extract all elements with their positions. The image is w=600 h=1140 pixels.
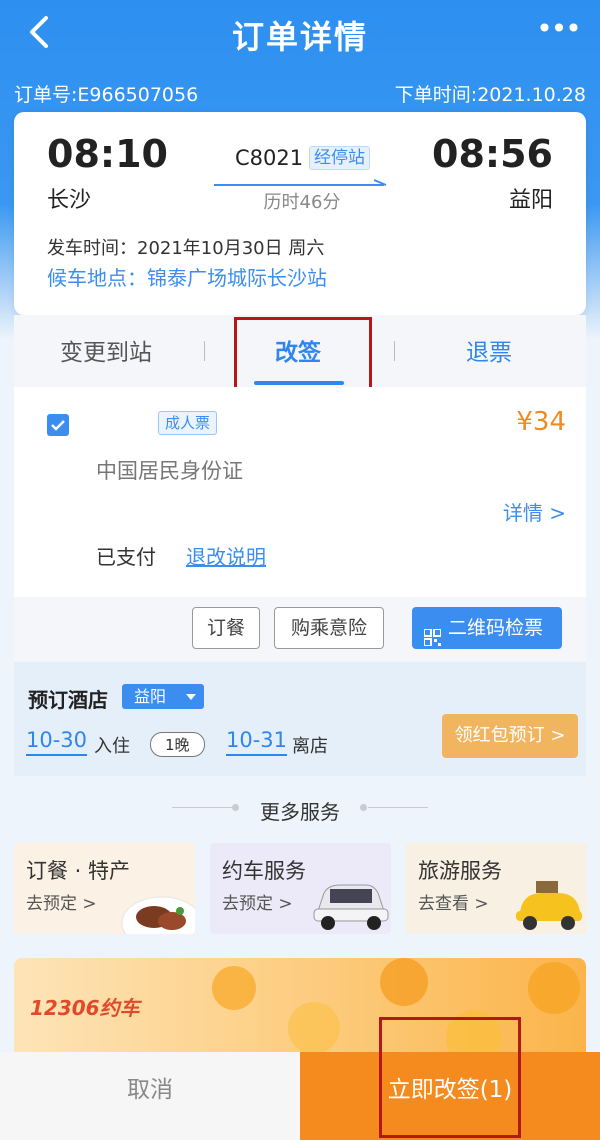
city-selector[interactable]: 益阳 — [122, 684, 204, 709]
detail-link[interactable]: 详情 > — [503, 497, 566, 526]
qr-code-icon — [423, 619, 442, 647]
hotel-book-button[interactable]: 领红包预订 > — [442, 714, 578, 758]
hotel-booking-section: 预订酒店 益阳 10-30 入住 1晚 10-31 离店 领红包预订 > — [14, 662, 586, 776]
hotel-title: 预订酒店 — [28, 688, 108, 712]
trip-duration: 历时46分 — [263, 192, 341, 213]
order-meal-button[interactable]: 订餐 — [192, 607, 260, 649]
checkout-date[interactable]: 10-31 — [226, 728, 288, 756]
nights-badge: 1晚 — [150, 732, 205, 757]
checkout-label: 离店 — [292, 736, 328, 757]
waiting-place-link[interactable]: 候车地点：锦泰广场城际长沙站 — [47, 262, 327, 291]
service-title: 订餐 · 特产 — [26, 859, 131, 883]
service-title: 旅游服务 — [418, 859, 502, 883]
caret-down-icon — [186, 694, 196, 700]
id-type: 中国居民身份证 — [96, 459, 243, 483]
ticket-actions-bar: 订餐 购乘意险 二维码检票 — [14, 597, 586, 662]
travel-car-icon — [514, 877, 584, 934]
cancel-button[interactable]: 取消 — [0, 1052, 300, 1140]
departure-time: 08:10 — [47, 132, 168, 176]
order-number: 订单号:E966507056 — [14, 84, 199, 106]
service-subtitle: 去查看 > — [418, 894, 489, 914]
stops-link[interactable]: 经停站 — [309, 146, 370, 170]
checkin-date[interactable]: 10-30 — [26, 728, 88, 756]
passenger-checkbox[interactable] — [47, 414, 69, 436]
car-icon — [310, 871, 390, 934]
ticket-price: ¥34 — [516, 407, 566, 437]
train-number: C8021 — [235, 146, 304, 170]
route-arrow-icon — [214, 174, 390, 186]
tab-refund[interactable]: 退票 — [466, 333, 512, 367]
food-plate-icon — [118, 883, 195, 934]
service-card-meal[interactable]: 订餐 · 特产 去预定 > — [14, 843, 195, 934]
passenger-name — [84, 399, 154, 425]
arrival-station: 益阳 — [508, 188, 553, 213]
banner-title: 12306约车 — [30, 996, 140, 1020]
tab-change-station[interactable]: 变更到站 — [60, 333, 152, 367]
departure-datetime: 发车时间：2021年10月30日 周六 — [47, 238, 325, 259]
qr-ticket-label: 二维码检票 — [448, 617, 544, 639]
highlight-box — [379, 1017, 521, 1138]
page-title: 订单详情 — [231, 18, 368, 56]
more-services-title: 更多服务 — [260, 800, 340, 824]
service-subtitle: 去预定 > — [222, 894, 293, 914]
passenger-ticket-card: 成人票 ¥34 中国居民身份证 详情 > 已支付 退改说明 订餐 购乘意险 二维… — [14, 387, 586, 662]
departure-station: 长沙 — [47, 188, 92, 213]
fare-type-badge: 成人票 — [158, 411, 218, 435]
checkin-label: 入住 — [94, 736, 130, 757]
divider — [368, 807, 428, 808]
payment-status: 已支付 — [96, 545, 156, 569]
order-time: 下单时间:2021.10.28 — [394, 84, 586, 106]
buy-insurance-button[interactable]: 购乘意险 — [274, 607, 384, 649]
service-card-travel[interactable]: 旅游服务 去查看 > — [406, 843, 587, 934]
tab-divider — [394, 341, 395, 361]
trip-card: 08:10 08:56 长沙 益阳 C8021 经停站 历时46分 发车时间：2… — [14, 112, 586, 315]
more-icon[interactable]: ••• — [534, 14, 582, 50]
service-card-car[interactable]: 约车服务 去预定 > — [210, 843, 391, 934]
service-subtitle: 去预定 > — [26, 894, 97, 914]
refund-rules-link[interactable]: 退改说明 — [186, 541, 266, 570]
arrival-time: 08:56 — [432, 132, 553, 176]
service-title: 约车服务 — [222, 859, 306, 883]
city-label: 益阳 — [134, 687, 167, 706]
qr-ticket-button[interactable]: 二维码检票 — [412, 607, 562, 649]
tab-divider — [204, 341, 205, 361]
divider-dot — [360, 804, 367, 811]
